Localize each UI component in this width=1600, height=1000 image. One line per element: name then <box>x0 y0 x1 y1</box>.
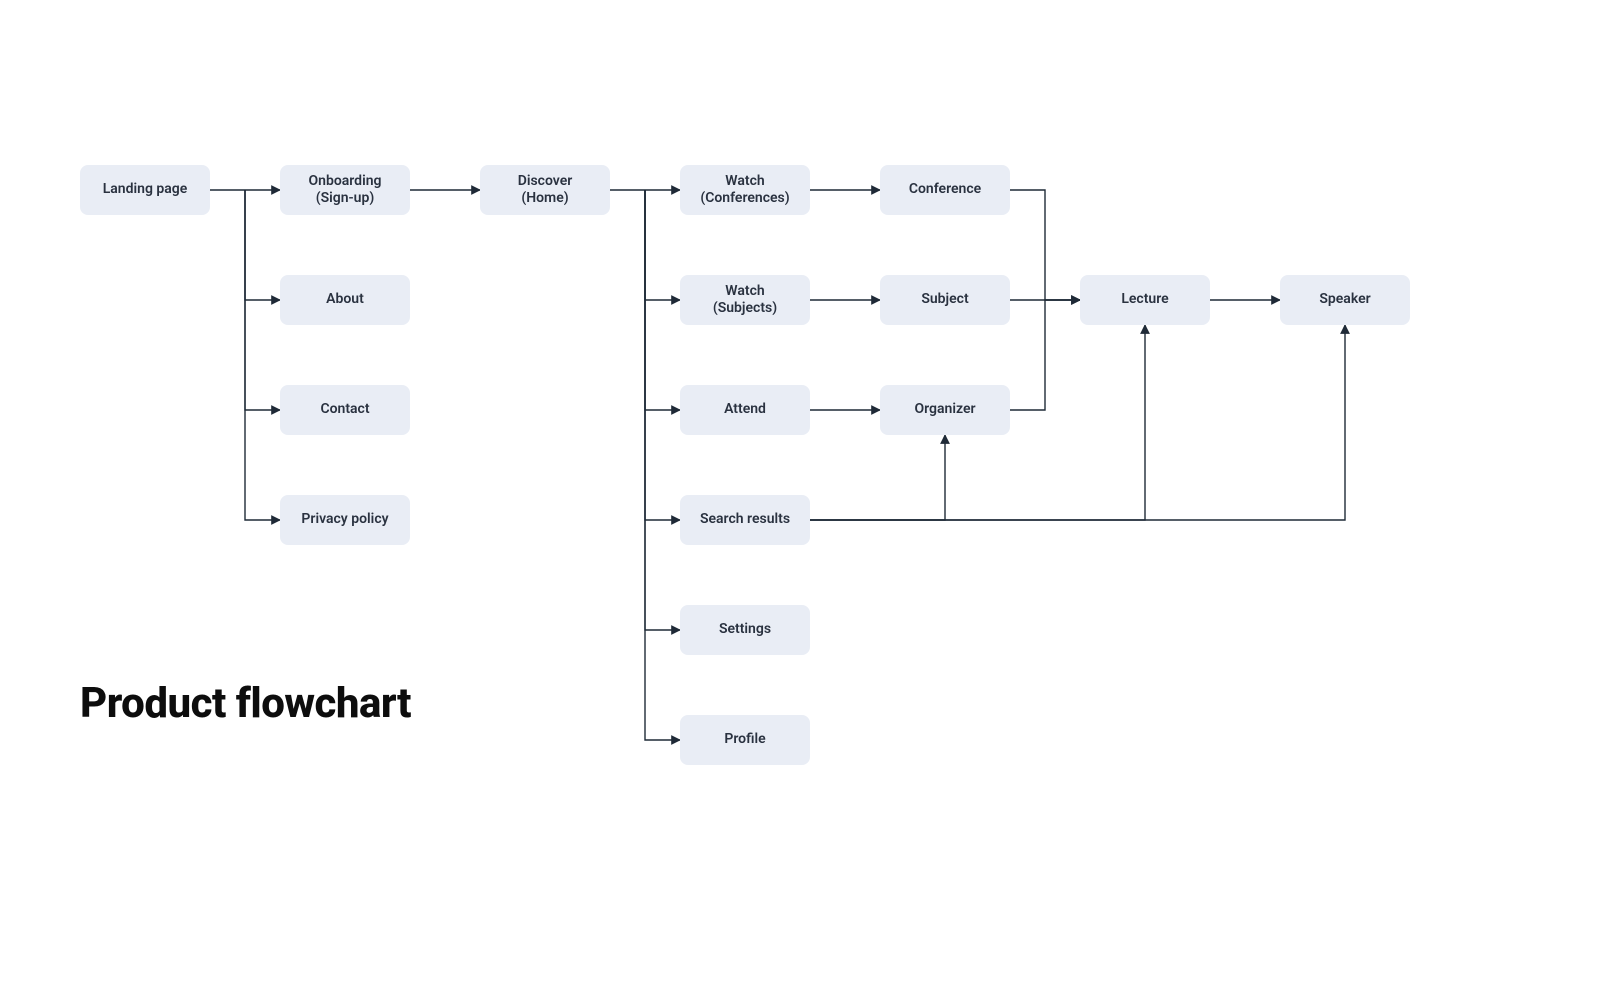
node-onboarding: Onboarding (Sign-up) <box>280 165 410 215</box>
node-settings: Settings <box>680 605 810 655</box>
node-search: Search results <box>680 495 810 545</box>
edge-organizer-to-lecture <box>1010 300 1080 410</box>
node-profile: Profile <box>680 715 810 765</box>
node-lecture: Lecture <box>1080 275 1210 325</box>
edge-conference-to-lecture <box>1010 190 1080 300</box>
edge-discover-to-profile <box>645 190 680 740</box>
edge-discover-to-watch_subj <box>645 190 680 300</box>
node-watch_conf: Watch (Conferences) <box>680 165 810 215</box>
edge-landing-to-privacy <box>245 190 280 520</box>
edge-landing-to-about <box>245 190 280 300</box>
edge-search-to-organizer <box>810 435 945 520</box>
edge-discover-to-search <box>645 190 680 520</box>
node-landing: Landing page <box>80 165 210 215</box>
node-privacy: Privacy policy <box>280 495 410 545</box>
flowchart-canvas: Product flowchart Landing page Onboarding… <box>0 0 1600 1000</box>
node-subject: Subject <box>880 275 1010 325</box>
node-conference: Conference <box>880 165 1010 215</box>
diagram-title: Product flowchart <box>80 680 411 728</box>
node-discover: Discover (Home) <box>480 165 610 215</box>
node-attend: Attend <box>680 385 810 435</box>
node-watch_subj: Watch (Subjects) <box>680 275 810 325</box>
node-speaker: Speaker <box>1280 275 1410 325</box>
node-about: About <box>280 275 410 325</box>
node-organizer: Organizer <box>880 385 1010 435</box>
node-contact: Contact <box>280 385 410 435</box>
